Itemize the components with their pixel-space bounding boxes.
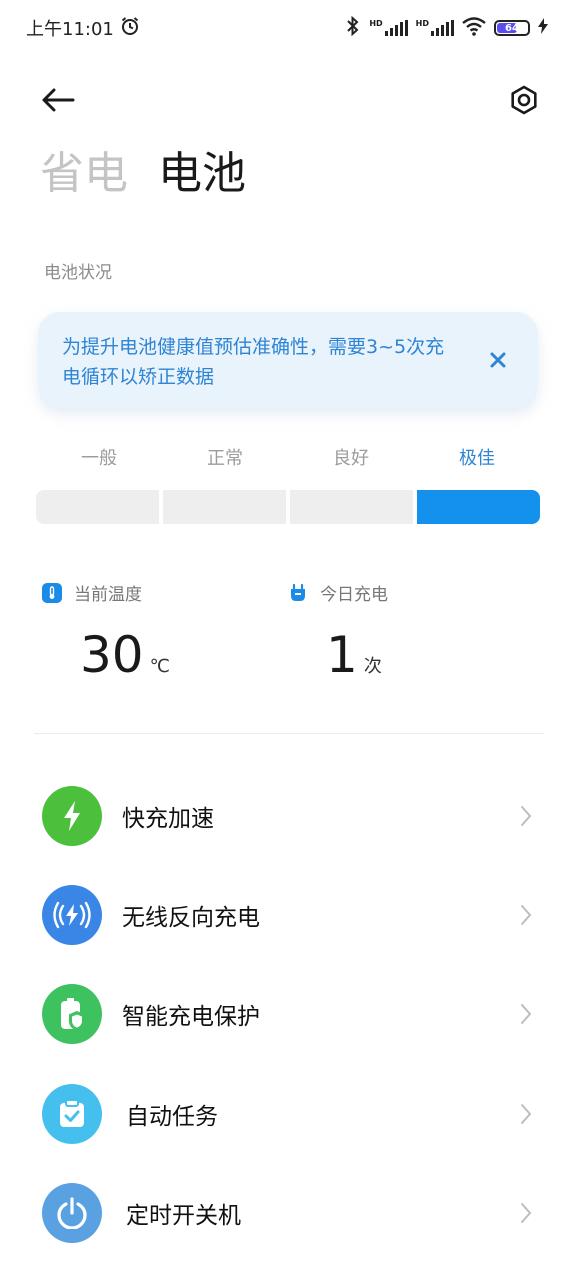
notice-text: 为提升电池健康值预估准确性，需要3~5次充电循环以矫正数据 [62,336,445,388]
power-icon [42,1182,102,1243]
clock: 上午11:01 [26,19,114,40]
battery-health-scale: 一般 正常 良好 极佳 [36,444,540,524]
back-button[interactable] [38,80,78,120]
bluetooth-icon [345,15,361,40]
lightning-icon [42,785,102,846]
level-segment-excellent [417,490,540,524]
chevron-right-icon [516,903,536,927]
menu-label: 定时开关机 [126,1202,241,1229]
charge-today-unit: 次 [363,656,382,677]
menu-item-auto-tasks[interactable]: 自动任务 [0,1064,576,1163]
close-icon [490,352,506,368]
level-label-normal: 正常 [207,448,243,469]
level-label-excellent: 极佳 [459,448,495,469]
gear-icon [511,85,537,115]
menu-label: 快充加速 [122,805,214,832]
menu-label: 自动任务 [126,1103,218,1130]
status-left: 上午11:01 [26,15,140,41]
menu-label: 无线反向充电 [122,904,260,931]
chevron-right-icon [516,1201,536,1225]
charge-today-value: 1 [326,626,358,684]
chevron-right-icon [516,804,536,828]
tab-battery[interactable]: 电池 [158,142,246,206]
notice-close-button[interactable] [486,348,510,372]
level-segment-normal [163,490,286,524]
tab-power-saving[interactable]: 省电 [40,142,128,206]
cell-signal-1-icon: HD [369,20,408,36]
level-segment-fair [36,490,159,524]
wifi-icon [462,16,486,40]
status-right: HD HD 64 [345,15,548,40]
health-level-labels: 一般 正常 良好 极佳 [36,444,540,470]
level-label-good: 良好 [333,448,369,469]
battery-icon: 64 [494,20,530,36]
chevron-right-icon [516,1002,536,1026]
temperature-unit: ℃ [149,656,170,677]
menu-item-fast-charge[interactable]: 快充加速 [0,766,576,865]
thermometer-icon [42,582,62,603]
calibration-notice: 为提升电池健康值预估准确性，需要3~5次充电循环以矫正数据 [38,312,538,408]
chevron-right-icon [516,1102,536,1126]
clipboard-check-icon [42,1083,102,1144]
menu-item-scheduled-power[interactable]: 定时开关机 [0,1163,576,1262]
section-divider [34,733,544,734]
temperature-stat: 当前温度 30 ℃ [42,580,170,683]
cell-signal-2-icon: HD [416,20,454,36]
level-segment-good [290,490,413,524]
temperature-value: 30 [80,626,144,684]
settings-button[interactable] [502,78,546,122]
arrow-left-icon [42,88,75,112]
wireless-charging-icon [42,884,102,945]
alarm-icon [120,16,140,41]
level-label-fair: 一般 [81,448,117,469]
menu-item-smart-charge-protection[interactable]: 智能充电保护 [0,965,576,1064]
menu-item-wireless-reverse-charge[interactable]: 无线反向充电 [0,865,576,964]
plug-icon [288,583,308,603]
charge-count-stat: 今日充电 1 次 [288,580,388,683]
tab-bar: 省电 电池 [40,142,246,206]
charging-bolt-icon [538,18,548,38]
battery-shield-icon [42,984,102,1045]
feature-menu: 快充加速 无线反向充电 智能充电保护 自动任务 定时开关机 [0,766,576,1262]
status-bar: 上午11:01 HD HD 64 [0,0,576,56]
menu-label: 智能充电保护 [122,1004,260,1031]
section-title-battery-status: 电池状况 [44,263,112,283]
temperature-label: 当前温度 [74,585,142,605]
charge-today-label: 今日充电 [320,585,388,605]
health-level-bar [36,490,540,524]
